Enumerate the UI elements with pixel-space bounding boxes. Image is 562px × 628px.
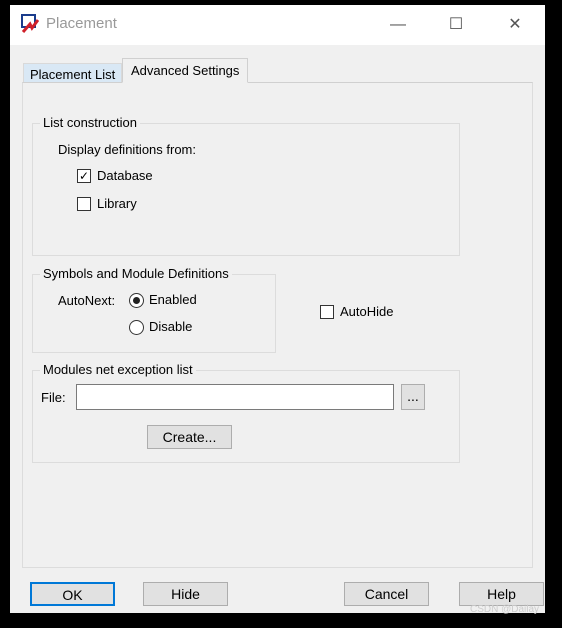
maximize-button[interactable]: ☐ (441, 13, 471, 37)
autonext-label: AutoNext: (58, 293, 116, 308)
database-checkbox[interactable]: ✓ (77, 169, 91, 183)
minimize-button[interactable]: — (383, 13, 413, 37)
help-button[interactable]: Help (459, 582, 544, 606)
file-label: File: (41, 390, 66, 405)
enabled-radio[interactable] (129, 293, 144, 308)
ok-button[interactable]: OK (30, 582, 115, 606)
database-label: Database (97, 168, 153, 183)
library-label: Library (97, 196, 137, 211)
group-label: List construction (40, 115, 140, 130)
placement-dialog: Placement — ☐ ✕ Placement List List cons… (10, 5, 545, 613)
tab-panel-advanced-settings: List construction Display definitions fr… (22, 82, 533, 568)
disable-label: Disable (149, 319, 193, 334)
close-button[interactable]: ✕ (500, 13, 530, 37)
autohide-label: AutoHide (340, 304, 394, 319)
modules-group: Modules net exception list File: ... Cre… (32, 362, 460, 463)
library-checkbox[interactable] (77, 197, 91, 211)
app-icon (21, 14, 39, 33)
title-bar: Placement — ☐ ✕ (10, 5, 545, 45)
autohide-checkbox[interactable] (320, 305, 334, 319)
create-button[interactable]: Create... (147, 425, 232, 449)
file-input[interactable] (76, 384, 394, 410)
symbols-group: Symbols and Module Definitions AutoNext:… (32, 266, 276, 353)
display-from-label: Display definitions from: (58, 142, 196, 157)
watermark: CSDN @Dailay (470, 604, 540, 615)
tab-advanced-settings[interactable]: Advanced Settings (122, 58, 249, 83)
cancel-button[interactable]: Cancel (344, 582, 429, 606)
browse-button[interactable]: ... (401, 384, 425, 410)
window-title: Placement (46, 15, 117, 32)
tab-placement-list[interactable]: Placement List (23, 63, 123, 83)
group-label: Symbols and Module Definitions (40, 266, 232, 281)
list-construction-group: List construction Display definitions fr… (32, 115, 460, 256)
hide-button[interactable]: Hide (143, 582, 228, 606)
enabled-label: Enabled (149, 292, 197, 307)
group-label: Modules net exception list (40, 362, 196, 377)
disable-radio[interactable] (129, 320, 144, 335)
